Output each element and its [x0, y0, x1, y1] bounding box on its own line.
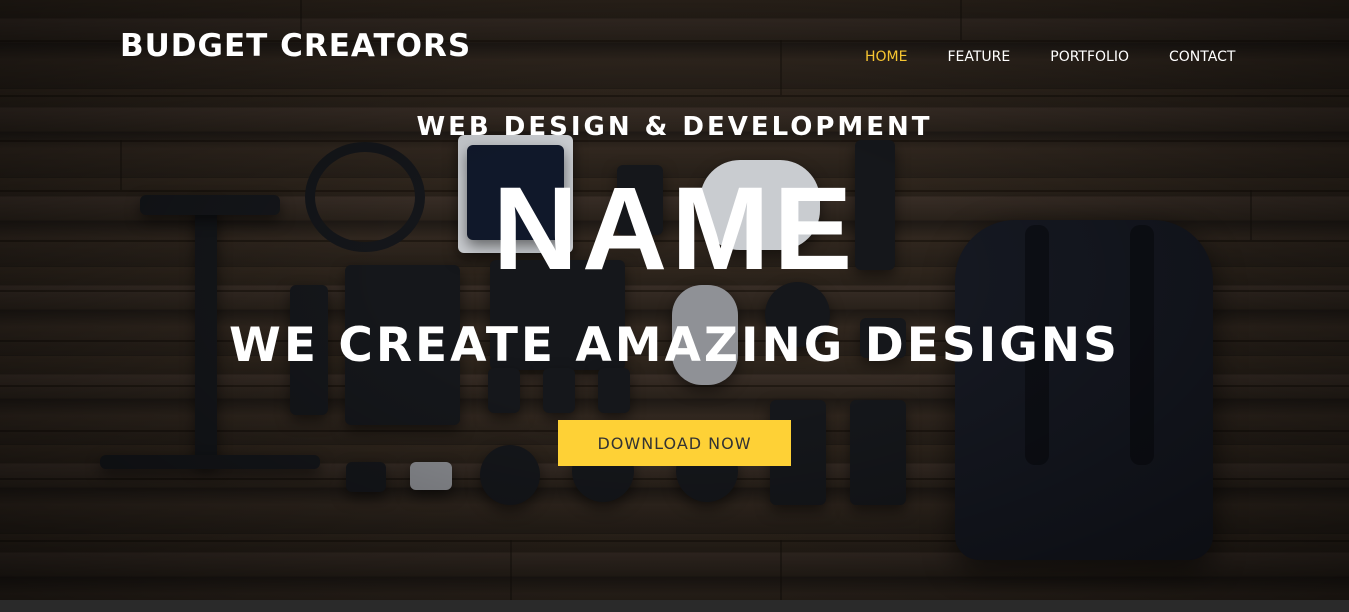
nav-link-portfolio[interactable]: PORTFOLIO	[1050, 49, 1129, 65]
hero-subtitle: WEB DESIGN & DEVELOPMENT	[416, 112, 933, 142]
download-now-button[interactable]: DOWNLOAD NOW	[558, 420, 791, 466]
site-logo[interactable]: BUDGET CREATORS	[120, 28, 471, 64]
nav-link-contact[interactable]: CONTACT	[1169, 49, 1235, 65]
nav-link-feature[interactable]: FEATURE	[947, 49, 1010, 65]
nav-item-portfolio: PORTFOLIO	[1050, 49, 1169, 65]
nav-item-home: HOME	[865, 49, 947, 65]
main-nav: HOME FEATURE PORTFOLIO CONTACT	[865, 49, 1275, 65]
next-section-edge	[0, 600, 1349, 612]
hero-name: NAME	[492, 163, 857, 295]
hero-tagline: WE CREATE AMAZING DESIGNS	[229, 318, 1120, 373]
nav-item-feature: FEATURE	[947, 49, 1050, 65]
nav-item-contact: CONTACT	[1169, 49, 1275, 65]
nav-link-home[interactable]: HOME	[865, 49, 907, 65]
hero-section: BUDGET CREATORS HOME FEATURE PORTFOLIO C…	[0, 0, 1349, 612]
